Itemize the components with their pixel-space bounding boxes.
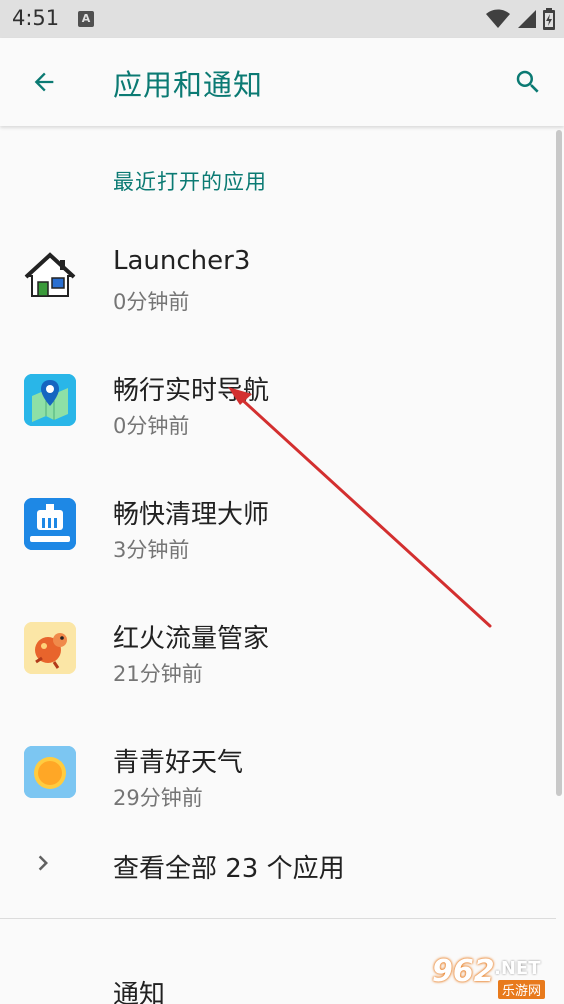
status-icons bbox=[486, 7, 556, 31]
watermark-logo: 962 .NET 乐游网 bbox=[426, 952, 558, 1000]
scrollbar[interactable] bbox=[556, 130, 562, 796]
sun-icon bbox=[24, 746, 76, 798]
app-name: 畅快清理大师 bbox=[113, 500, 270, 530]
fire-icon bbox=[24, 622, 76, 674]
cleaner-icon bbox=[24, 498, 76, 550]
map-pin-icon bbox=[24, 374, 76, 426]
app-time: 21分钟前 bbox=[113, 662, 203, 686]
signal-icon bbox=[518, 10, 536, 28]
app-row-traffic[interactable]: 红火流量管家 21分钟前 bbox=[0, 586, 556, 710]
watermark-cn: 乐游网 bbox=[498, 980, 546, 999]
notification-a-icon: A bbox=[78, 11, 94, 27]
app-name: 畅行实时导航 bbox=[113, 376, 270, 406]
arrow-back-icon bbox=[34, 72, 54, 92]
app-bar: 应用和通知 bbox=[0, 38, 564, 126]
search-icon bbox=[516, 70, 539, 93]
app-row-cleaner[interactable]: 畅快清理大师 3分钟前 bbox=[0, 462, 556, 586]
content: 最近打开的应用 Launcher3 0分钟前 畅行实时导航 0分钟前 畅快清理大… bbox=[0, 126, 564, 1004]
app-time: 3分钟前 bbox=[113, 538, 190, 562]
recent-apps-header: 最近打开的应用 bbox=[113, 170, 267, 194]
see-all-apps-button[interactable]: 查看全部 23 个应用 bbox=[0, 816, 556, 916]
battery-icon bbox=[543, 8, 555, 30]
app-name: Launcher3 bbox=[113, 246, 251, 276]
app-time: 29分钟前 bbox=[113, 786, 203, 810]
watermark-domain: .NET bbox=[494, 958, 541, 979]
chevron-right-icon bbox=[38, 855, 48, 871]
wifi-icon bbox=[486, 9, 510, 28]
see-all-label: 查看全部 23 个应用 bbox=[113, 854, 345, 884]
app-time: 0分钟前 bbox=[113, 414, 190, 438]
divider bbox=[0, 918, 556, 919]
notifications-item[interactable]: 通知 bbox=[113, 974, 165, 1004]
status-bar: 4:51 A bbox=[0, 0, 564, 38]
app-row-launcher3[interactable]: Launcher3 0分钟前 bbox=[0, 214, 556, 338]
app-name: 红火流量管家 bbox=[113, 624, 270, 654]
search-button[interactable] bbox=[506, 60, 550, 104]
back-button[interactable] bbox=[22, 60, 66, 104]
app-time: 0分钟前 bbox=[113, 290, 190, 314]
app-row-navigation[interactable]: 畅行实时导航 0分钟前 bbox=[0, 338, 556, 462]
app-name: 青青好天气 bbox=[113, 748, 244, 778]
page-title: 应用和通知 bbox=[113, 68, 264, 102]
watermark-brand: 962 bbox=[432, 954, 495, 989]
house-icon bbox=[24, 250, 76, 302]
status-time: 4:51 bbox=[12, 6, 60, 30]
